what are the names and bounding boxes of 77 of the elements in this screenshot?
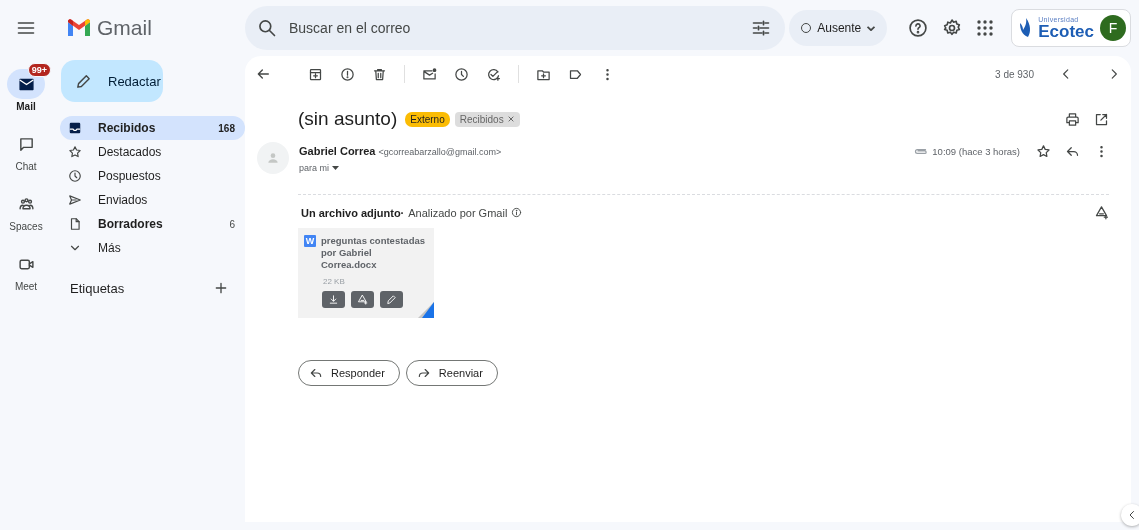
apps-grid-icon[interactable] (976, 19, 995, 37)
folder-count: 168 (218, 122, 235, 134)
university-logo-icon (1018, 17, 1033, 39)
organization-name: Ecotec (1038, 23, 1094, 40)
settings-icon[interactable] (942, 18, 963, 38)
star-icon[interactable] (1036, 143, 1051, 159)
download-button[interactable] (322, 291, 345, 308)
reply-button[interactable]: Responder (298, 360, 400, 386)
dropdown-caret-icon (332, 166, 339, 170)
reply-icon (309, 366, 323, 380)
email-subject: (sin asunto) (298, 108, 398, 130)
pagination-text: 3 de 930 (995, 68, 1034, 80)
received-time: 10:09 (hace 3 horas) (932, 145, 1020, 157)
rail-item[interactable]: Meet (0, 242, 53, 292)
folder-item[interactable]: Pospuestos (52, 164, 245, 188)
page-corner-icon (418, 302, 434, 318)
print-icon[interactable] (1065, 111, 1080, 127)
add-to-drive-icon[interactable] (1094, 205, 1109, 220)
drive-icon (357, 294, 368, 305)
unread-count-badge: 99+ (27, 63, 51, 77)
folder-item[interactable]: Destacados (52, 140, 245, 164)
folder-item[interactable]: Borradores 6 (52, 212, 245, 236)
filter-options-icon[interactable] (751, 18, 771, 38)
help-icon[interactable] (908, 18, 929, 38)
add-to-drive-button[interactable] (351, 291, 374, 308)
app-name[interactable]: Gmail (97, 16, 152, 40)
archive-icon[interactable] (308, 66, 323, 82)
sender-name: Gabriel Correa (299, 145, 376, 157)
chat-icon (17, 135, 35, 153)
scan-note: Analizado por Gmail (408, 206, 508, 219)
document-icon (68, 217, 82, 231)
edit-button[interactable] (380, 291, 403, 308)
folder-count: 6 (229, 218, 235, 230)
back-arrow-icon[interactable] (255, 66, 271, 82)
chevron-down-icon (867, 25, 876, 31)
label-chip[interactable]: Recibidos (454, 111, 520, 127)
add-icon[interactable] (213, 280, 229, 296)
send-icon (68, 193, 82, 207)
forward-button[interactable]: Reenviar (405, 360, 498, 386)
account-avatar[interactable]: F (1100, 15, 1126, 41)
sender-email: <gcorreabarzallo@gmail.com> (378, 147, 502, 157)
search-icon[interactable] (257, 18, 277, 38)
gmail-logo-icon[interactable] (67, 19, 91, 37)
attachment-name: preguntas contestadas por Gabriel Correa.docx (321, 235, 426, 271)
star-icon (68, 145, 82, 159)
attachment-card[interactable]: W preguntas contestadas por Gabriel Correa.docx 22 KB (298, 228, 434, 318)
labels-heading: Etiquetas (70, 280, 125, 296)
rail-item[interactable]: Spaces (0, 182, 53, 232)
status-dropdown[interactable]: Ausente (789, 10, 888, 46)
pencil-icon (386, 294, 397, 305)
open-in-new-window-icon[interactable] (1094, 111, 1109, 127)
attachment-size: 22 KB (323, 277, 346, 286)
folder-item[interactable]: Enviados (52, 188, 245, 212)
add-task-icon[interactable] (486, 66, 501, 82)
compose-button[interactable]: Redactar (61, 60, 163, 102)
word-file-icon: W (304, 235, 316, 247)
inbox-icon (68, 121, 82, 135)
download-icon (328, 294, 339, 305)
rail-item[interactable]: Chat (0, 122, 53, 172)
search-bar[interactable]: Buscar en el correo (245, 6, 785, 50)
forward-icon (416, 366, 431, 380)
trash-icon[interactable] (372, 66, 387, 82)
external-tag: Externo (405, 111, 450, 127)
folder-item[interactable]: Recibidos 168 (60, 116, 245, 140)
avatar-placeholder-icon (257, 142, 289, 174)
rail-item[interactable]: 99+ Mail (0, 62, 53, 112)
close-icon[interactable] (506, 115, 515, 123)
clock-icon[interactable] (454, 66, 469, 82)
folder-item[interactable]: Más (52, 236, 245, 260)
search-input[interactable]: Buscar en el correo (287, 19, 741, 37)
recipient-dropdown[interactable]: para mi (299, 160, 502, 176)
clock-icon (68, 169, 82, 183)
unread-mail-icon[interactable] (422, 66, 437, 82)
spam-icon[interactable] (340, 66, 355, 82)
info-icon[interactable] (511, 207, 523, 218)
pencil-icon (75, 72, 92, 90)
attachments-heading: Un archivo adjunto· (301, 206, 405, 219)
